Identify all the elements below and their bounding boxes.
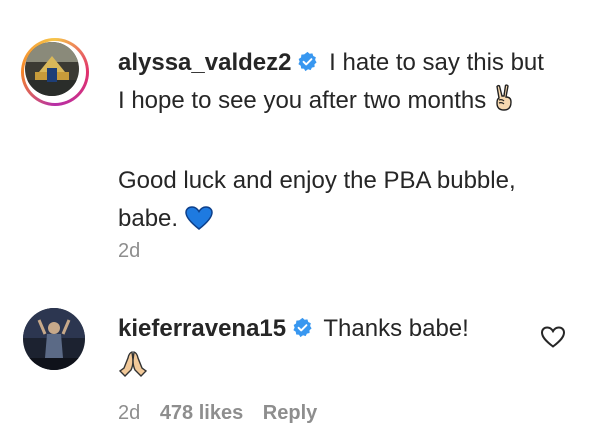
comment-2: kieferravena15 Thanks babe! xyxy=(118,310,538,390)
avatar[interactable] xyxy=(23,308,85,370)
comment-text-line3: Good luck and enjoy the PBA bubble, xyxy=(118,167,516,194)
likes-count[interactable]: 478 likes xyxy=(160,402,243,424)
username[interactable]: kieferravena15 xyxy=(118,315,286,342)
folded-hands-icon xyxy=(118,350,148,390)
comment-1: alyssa_valdez2 I hate to say this but I … xyxy=(118,44,588,242)
comment-meta: 2d 478 likes Reply xyxy=(118,402,331,425)
verified-badge-icon xyxy=(292,312,313,338)
blue-heart-icon xyxy=(184,204,213,242)
comment-timestamp[interactable]: 2d xyxy=(118,240,140,263)
comment-text-line1: I hate to say this but xyxy=(329,49,544,76)
reply-button[interactable]: Reply xyxy=(263,402,317,424)
comment-text: Thanks babe! xyxy=(323,315,469,342)
victory-hand-icon xyxy=(493,84,515,124)
username[interactable]: alyssa_valdez2 xyxy=(118,49,291,76)
avatar-story-ring[interactable] xyxy=(21,38,89,106)
like-heart-icon[interactable] xyxy=(540,325,566,349)
comment-text-line2: I hope to see you after two months xyxy=(118,87,487,114)
comment-timestamp[interactable]: 2d xyxy=(118,402,140,424)
comment-text-line4: babe. xyxy=(118,205,179,232)
avatar xyxy=(25,42,79,96)
verified-badge-icon xyxy=(297,46,318,72)
